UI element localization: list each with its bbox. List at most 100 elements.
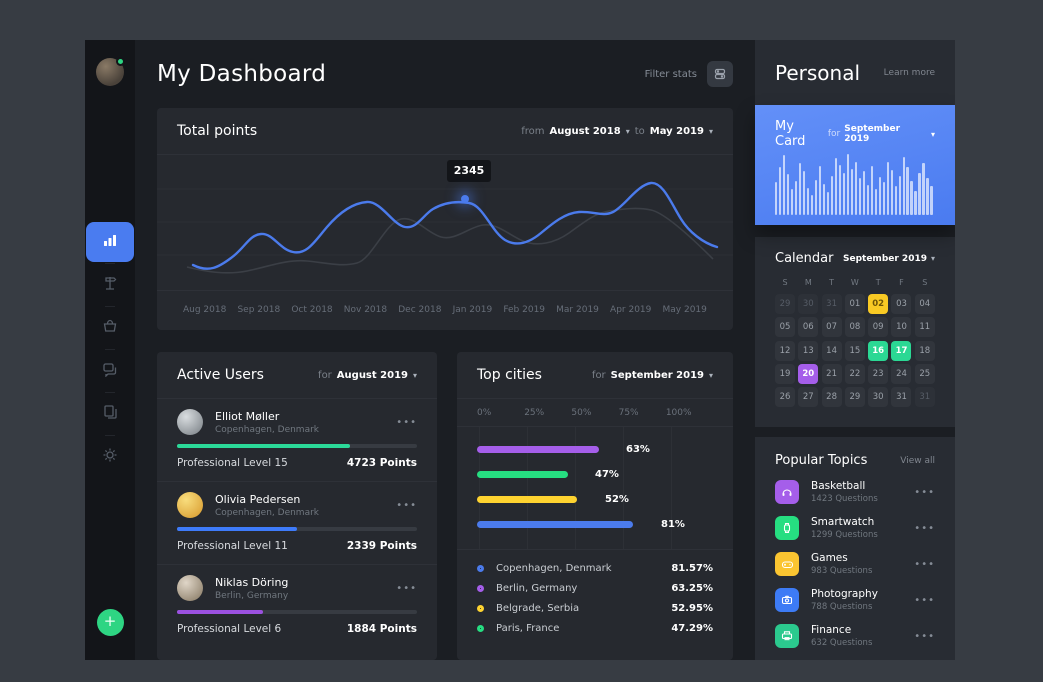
calendar-day[interactable]: 31 <box>891 387 911 407</box>
my-card-bar <box>926 178 928 215</box>
calendar-day[interactable]: 05 <box>775 317 795 337</box>
calendar-day[interactable]: 18 <box>915 341 935 361</box>
calendar-day[interactable]: 22 <box>845 364 865 384</box>
calendar-day[interactable]: 07 <box>822 317 842 337</box>
add-button[interactable]: + <box>97 609 124 636</box>
calendar-day[interactable]: 29 <box>775 294 795 314</box>
user-menu-button[interactable]: ••• <box>396 417 417 428</box>
top-cities-period-dropdown[interactable]: September 2019 <box>611 370 704 381</box>
x-tick: Jan 2019 <box>453 305 493 315</box>
chevron-down-icon[interactable]: ▾ <box>709 127 713 136</box>
calendar-day[interactable]: 20 <box>798 364 818 384</box>
my-card-bar <box>879 177 881 215</box>
nav-separator <box>105 306 115 307</box>
calendar-day[interactable]: 21 <box>822 364 842 384</box>
my-card-bar <box>883 182 885 215</box>
topic-row[interactable]: Smartwatch 1299 Questions ••• <box>775 516 935 540</box>
from-date-dropdown[interactable]: August 2018 <box>550 126 621 137</box>
user-row: Olivia Pedersen Copenhagen, Denmark ••• … <box>157 482 437 565</box>
calendar-day[interactable]: 09 <box>868 317 888 337</box>
to-date-dropdown[interactable]: May 2019 <box>650 126 704 137</box>
calendar-day[interactable]: 03 <box>891 294 911 314</box>
weekday-label: S <box>915 278 935 287</box>
user-avatar[interactable] <box>96 58 124 86</box>
topic-menu-button[interactable]: ••• <box>914 595 935 606</box>
my-card-bar <box>775 182 777 215</box>
calendar-day[interactable]: 10 <box>891 317 911 337</box>
calendar-day[interactable]: 31 <box>822 294 842 314</box>
my-card-bar <box>835 158 837 215</box>
chart-data-point[interactable] <box>461 195 469 203</box>
calendar-day[interactable]: 27 <box>798 387 818 407</box>
sidebar-item-shop[interactable] <box>86 308 134 348</box>
user-level: Professional Level 11 <box>177 540 288 552</box>
sidebar-item-settings[interactable] <box>86 437 134 477</box>
calendar-day[interactable]: 06 <box>798 317 818 337</box>
x-tick: Feb 2019 <box>503 305 545 315</box>
sidebar-item-stats[interactable] <box>86 222 134 262</box>
progress-fill <box>177 610 263 614</box>
chevron-down-icon[interactable]: ▾ <box>413 371 417 380</box>
topic-questions: 632 Questions <box>811 638 872 648</box>
filter-stats-button[interactable] <box>707 61 733 87</box>
gamepad-icon <box>775 552 799 576</box>
calendar-day[interactable]: 15 <box>845 341 865 361</box>
calendar-day[interactable]: 12 <box>775 341 795 361</box>
calendar-day[interactable]: 01 <box>845 294 865 314</box>
topic-row[interactable]: Games 983 Questions ••• <box>775 552 935 576</box>
calendar-day[interactable]: 29 <box>845 387 865 407</box>
for-label: for <box>318 370 332 381</box>
calendar-day[interactable]: 11 <box>915 317 935 337</box>
user-menu-button[interactable]: ••• <box>396 583 417 594</box>
topic-menu-button[interactable]: ••• <box>914 523 935 534</box>
user-menu-button[interactable]: ••• <box>396 500 417 511</box>
legend-percent: 47.29% <box>671 623 713 634</box>
calendar-day[interactable]: 31 <box>915 387 935 407</box>
camera-icon <box>775 588 799 612</box>
my-card-bar <box>891 170 893 215</box>
calendar-day[interactable]: 17 <box>891 341 911 361</box>
user-name: Niklas Döring <box>215 576 288 589</box>
calendar-day[interactable]: 30 <box>868 387 888 407</box>
topic-menu-button[interactable]: ••• <box>914 487 935 498</box>
view-all-link[interactable]: View all <box>900 456 935 466</box>
topic-menu-button[interactable]: ••• <box>914 631 935 642</box>
topic-menu-button[interactable]: ••• <box>914 559 935 570</box>
calendar-period-dropdown[interactable]: September 2019 <box>843 254 927 264</box>
sidebar-item-documents[interactable] <box>86 394 134 434</box>
topic-row[interactable]: Finance 632 Questions ••• <box>775 624 935 648</box>
sidebar-item-messages[interactable] <box>86 351 134 391</box>
topic-name: Basketball <box>811 480 878 492</box>
calendar-day[interactable]: 08 <box>845 317 865 337</box>
my-card-period-dropdown[interactable]: September 2019 <box>844 124 927 144</box>
active-users-period-dropdown[interactable]: August 2019 <box>337 370 408 381</box>
sidebar-item-directions[interactable] <box>86 265 134 305</box>
my-card-bar <box>918 173 920 215</box>
calendar-day[interactable]: 02 <box>868 294 888 314</box>
calendar-day[interactable]: 28 <box>822 387 842 407</box>
progress-track <box>177 444 417 448</box>
calendar-day[interactable]: 04 <box>915 294 935 314</box>
calendar-card: Calendar September 2019 ▾ SMTWTFS 293031… <box>755 237 955 427</box>
topic-name: Photography <box>811 588 878 600</box>
topic-row[interactable]: Basketball 1423 Questions ••• <box>775 480 935 504</box>
calendar-day[interactable]: 26 <box>775 387 795 407</box>
calendar-day[interactable]: 30 <box>798 294 818 314</box>
calendar-day[interactable]: 24 <box>891 364 911 384</box>
nav-separator <box>105 263 115 264</box>
chevron-down-icon[interactable]: ▾ <box>931 130 935 139</box>
chevron-down-icon[interactable]: ▾ <box>931 254 935 263</box>
legend-city: Belgrade, Serbia <box>496 603 579 614</box>
line-chart-svg <box>157 155 733 290</box>
learn-more-link[interactable]: Learn more <box>884 68 935 78</box>
chevron-down-icon[interactable]: ▾ <box>626 127 630 136</box>
calendar-day[interactable]: 16 <box>868 341 888 361</box>
calendar-day[interactable]: 13 <box>798 341 818 361</box>
chevron-down-icon[interactable]: ▾ <box>709 371 713 380</box>
my-card-bar <box>811 195 813 215</box>
calendar-day[interactable]: 23 <box>868 364 888 384</box>
calendar-day[interactable]: 19 <box>775 364 795 384</box>
calendar-day[interactable]: 25 <box>915 364 935 384</box>
topic-row[interactable]: Photography 788 Questions ••• <box>775 588 935 612</box>
calendar-day[interactable]: 14 <box>822 341 842 361</box>
